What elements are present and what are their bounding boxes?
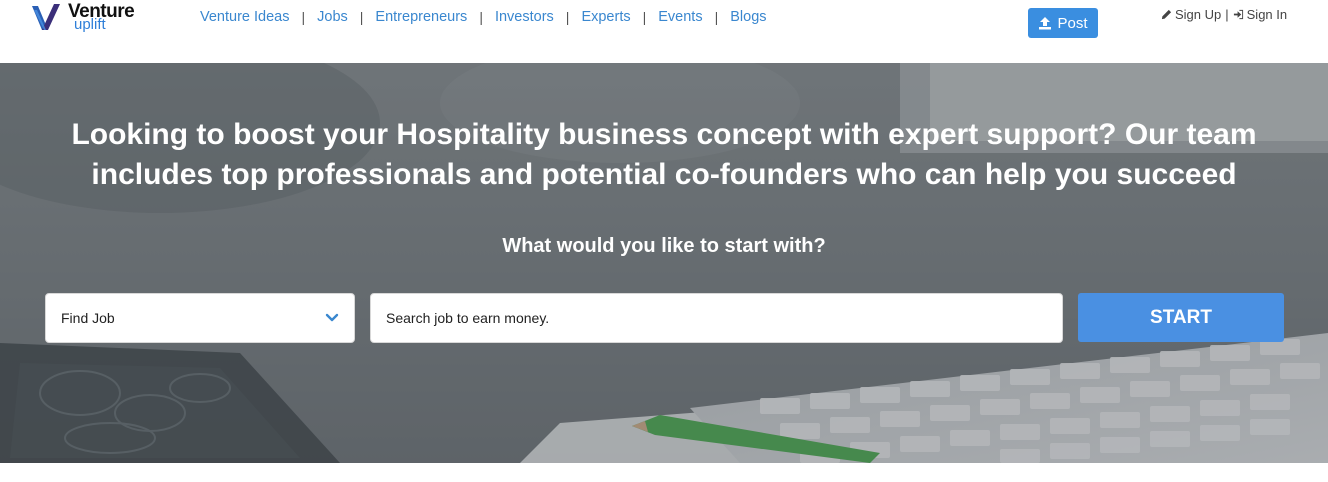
post-button[interactable]: Post	[1028, 8, 1098, 38]
logo-word-uplift: uplift	[74, 16, 106, 33]
sign-up-label: Sign Up	[1175, 7, 1222, 22]
search-input[interactable]	[386, 310, 1047, 326]
hero-section: Looking to boost your Hospitality busine…	[0, 63, 1328, 463]
logo[interactable]: Venture uplift	[30, 0, 140, 36]
nav-blogs[interactable]: Blogs	[718, 9, 778, 25]
nav-entrepreneurs[interactable]: Entrepreneurs	[363, 9, 479, 25]
sign-in-label: Sign In	[1246, 7, 1288, 22]
auth-links: Sign Up | Sign In	[1161, 7, 1287, 22]
main-nav: Venture Ideas | Jobs | Entrepreneurs | I…	[188, 8, 779, 26]
sign-up-link[interactable]: Sign Up	[1161, 7, 1221, 22]
pencil-icon	[1161, 9, 1172, 20]
site-header: Venture uplift Venture Ideas | Jobs | En…	[0, 0, 1328, 63]
post-button-label: Post	[1057, 14, 1088, 32]
nav-venture-ideas[interactable]: Venture Ideas	[188, 9, 302, 25]
category-select-value: Find Job	[61, 310, 115, 326]
nav-jobs[interactable]: Jobs	[305, 9, 360, 25]
chevron-down-icon	[325, 313, 339, 322]
search-field	[370, 293, 1063, 343]
logo-mark-icon	[32, 4, 60, 30]
sign-in-icon	[1233, 9, 1243, 20]
start-button[interactable]: START	[1078, 293, 1284, 342]
auth-separator: |	[1225, 7, 1229, 22]
nav-events[interactable]: Events	[646, 9, 714, 25]
nav-experts[interactable]: Experts	[569, 9, 642, 25]
sign-in-link[interactable]: Sign In	[1233, 7, 1287, 22]
hero-headline: Looking to boost your Hospitality busine…	[71, 118, 1257, 191]
category-select[interactable]: Find Job	[45, 293, 355, 343]
upload-icon	[1039, 17, 1052, 30]
hero-subhead: What would you like to start with?	[502, 235, 826, 257]
nav-investors[interactable]: Investors	[483, 9, 566, 25]
